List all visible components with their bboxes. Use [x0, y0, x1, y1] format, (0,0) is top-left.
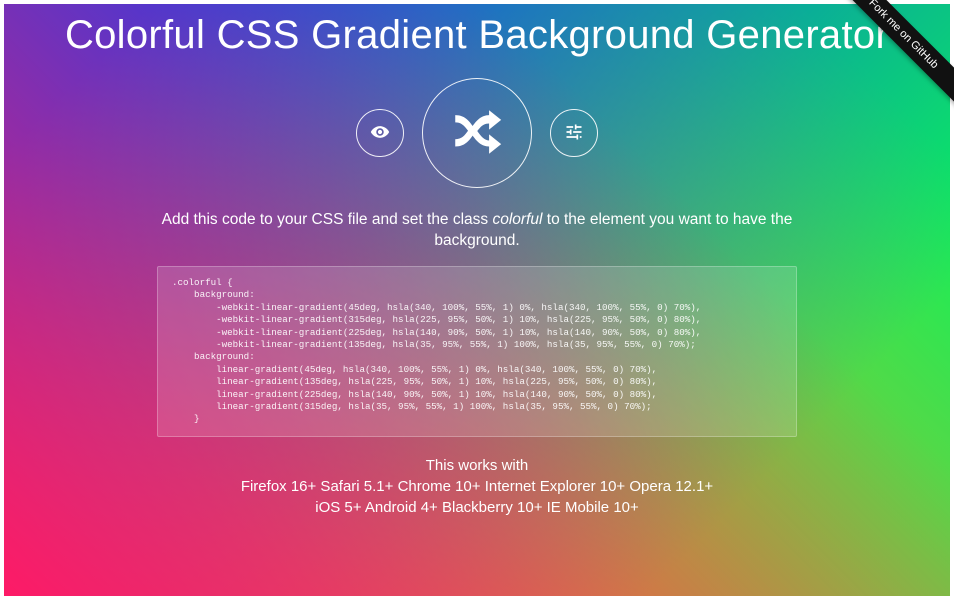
shuffle-icon	[448, 103, 506, 164]
preview-button[interactable]	[356, 109, 404, 157]
shuffle-button[interactable]	[422, 78, 532, 188]
compat-line-2: iOS 5+ Android 4+ Blackberry 10+ IE Mobi…	[241, 497, 713, 518]
css-code-block[interactable]: .colorful { background: -webkit-linear-g…	[157, 266, 797, 437]
page-title: Colorful CSS Gradient Background Generat…	[65, 12, 889, 58]
compat-heading: This works with	[241, 455, 713, 476]
eye-icon	[370, 122, 390, 145]
instructions-text: Add this code to your CSS file and set t…	[137, 210, 817, 252]
compat-line-1: Firefox 16+ Safari 5.1+ Chrome 10+ Inter…	[241, 476, 713, 497]
instructions-class: colorful	[492, 211, 542, 228]
controls-row	[356, 78, 598, 188]
instructions-pre: Add this code to your CSS file and set t…	[162, 211, 493, 228]
settings-button[interactable]	[550, 109, 598, 157]
compatibility-block: This works with Firefox 16+ Safari 5.1+ …	[241, 455, 713, 518]
sliders-icon	[564, 122, 584, 145]
